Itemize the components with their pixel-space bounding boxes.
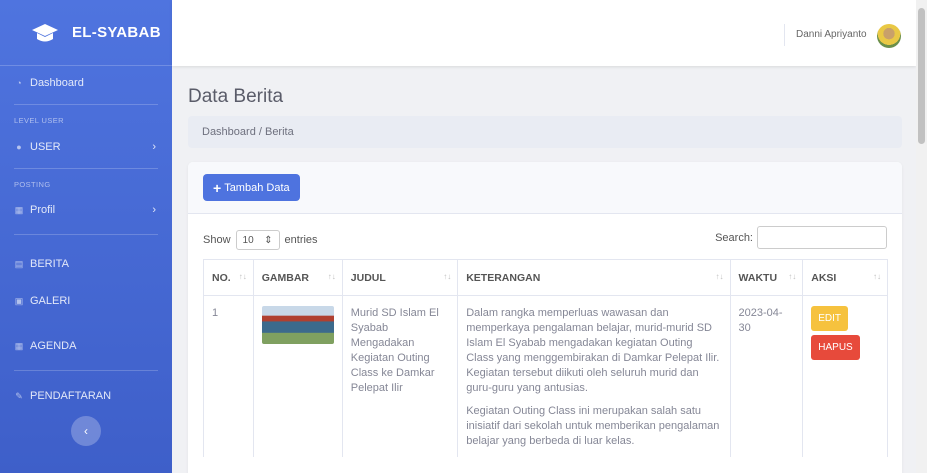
column-header-no[interactable]: NO. ↑↓	[203, 259, 254, 296]
sidebar-divider	[14, 234, 158, 235]
sidebar-item-pendaftaran[interactable]: ✎ PENDAFTARAN	[0, 385, 172, 407]
entries-select[interactable]: 10 ⇕	[235, 230, 280, 250]
page-title: Data Berita	[188, 86, 284, 107]
topbar-divider	[784, 24, 785, 46]
column-header-judul[interactable]: JUDUL ↑↓	[341, 259, 459, 296]
column-header-waktu[interactable]: WAKTU ↑↓	[729, 259, 804, 296]
user-icon: ●	[16, 142, 22, 152]
sidebar: EL-SYABAB ◔ Dashboard LEVEL USER ● USER …	[0, 0, 172, 473]
sort-icon: ↑↓	[443, 272, 452, 281]
column-header-gambar[interactable]: GAMBAR ↑↓	[252, 259, 343, 296]
entries-control: Show 10 ⇕ entries	[203, 230, 318, 250]
sort-icon: ↑↓	[873, 272, 881, 281]
delete-button[interactable]: HAPUS	[811, 335, 860, 360]
dashboard-icon: ◔	[16, 78, 22, 88]
sort-icon: ↑↓	[238, 272, 247, 281]
sidebar-divider	[14, 168, 158, 169]
search-control: Search:	[715, 226, 887, 249]
sort-icon: ↑↓	[788, 272, 797, 281]
sidebar-divider	[14, 104, 158, 105]
description-paragraph: Dalam rangka memperluas wawasan dan memp…	[466, 307, 720, 394]
graduation-cap-icon	[32, 23, 58, 41]
sort-icon: ↑↓	[327, 272, 336, 281]
images-icon: ▣	[14, 295, 24, 306]
entries-value: 10	[242, 234, 254, 246]
sidebar-item-user[interactable]: ● USER ›	[0, 136, 172, 158]
sidebar-item-profil[interactable]: ▦ Profil ›	[0, 199, 172, 221]
cell-judul: Murid SD Islam El Syabab Mengadakan Kegi…	[341, 295, 459, 457]
cell-gambar	[252, 295, 343, 457]
sidebar-item-label: BERITA	[30, 258, 69, 270]
sidebar-item-galeri[interactable]: ▣ GALERI	[0, 290, 172, 312]
sidebar-toggle-button[interactable]: ‹	[71, 416, 101, 446]
sort-arrows-icon: ⇕	[264, 234, 273, 246]
sidebar-item-label: PENDAFTARAN	[30, 390, 112, 402]
search-label: Search:	[715, 231, 753, 244]
add-data-label: Tambah Data	[224, 181, 290, 194]
sort-icon: ↑↓	[715, 272, 724, 281]
sidebar-item-agenda[interactable]: ▦ AGENDA	[0, 335, 172, 357]
sidebar-divider	[14, 370, 158, 371]
table-header-row: NO. ↑↓ GAMBAR ↑↓ JUDUL ↑↓ KETERANGAN ↑↓ WAKT…	[203, 259, 888, 296]
plus-icon: +	[213, 179, 222, 196]
breadcrumb: Dashboard / Berita	[188, 116, 902, 148]
sidebar-item-label: AGENDA	[30, 340, 77, 352]
sidebar-heading-level-user: LEVEL USER	[14, 116, 64, 125]
brand[interactable]: EL-SYABAB	[0, 0, 172, 66]
cell-keterangan: Dalam rangka memperluas wawasan dan memp…	[457, 295, 731, 457]
sidebar-item-dashboard[interactable]: ◔ Dashboard	[0, 72, 172, 94]
breadcrumb-text[interactable]: Dashboard / Berita	[202, 126, 294, 138]
description-paragraph: Kegiatan Outing Class ini merupakan sala…	[466, 405, 720, 447]
entries-label: entries	[284, 234, 318, 246]
show-label: Show	[203, 234, 231, 246]
sidebar-item-label: USER	[30, 141, 61, 153]
page-scrollbar[interactable]	[916, 0, 927, 473]
chevron-right-icon: ›	[152, 141, 156, 153]
chevron-right-icon: ›	[152, 204, 156, 216]
topbar: Danni Apriyanto	[172, 0, 916, 66]
news-table: NO. ↑↓ GAMBAR ↑↓ JUDUL ↑↓ KETERANGAN ↑↓ WAKT…	[203, 259, 888, 457]
search-input[interactable]	[757, 226, 887, 249]
add-data-button[interactable]: + Tambah Data	[203, 174, 300, 201]
avatar[interactable]	[877, 24, 901, 48]
data-card: + Tambah Data Show 10 ⇕ entries Search: …	[188, 162, 902, 473]
user-name[interactable]: Danni Apriyanto	[796, 29, 867, 40]
cell-aksi: EDIT HAPUS	[802, 295, 888, 457]
sidebar-item-label: Dashboard	[30, 77, 84, 89]
sidebar-heading-posting: POSTING	[14, 180, 51, 189]
brand-name: EL-SYABAB	[72, 24, 161, 41]
table-icon: ▦	[14, 204, 24, 215]
scrollbar-thumb[interactable]	[918, 8, 925, 144]
calendar-icon: ▦	[14, 340, 24, 351]
sidebar-item-label: GALERI	[30, 295, 71, 307]
newspaper-icon: ▤	[14, 258, 24, 269]
news-thumbnail[interactable]	[261, 306, 334, 344]
table-row: 1 Murid SD Islam El Syabab Mengadakan Ke…	[203, 295, 888, 457]
sidebar-item-label: Profil	[30, 204, 56, 216]
column-header-aksi[interactable]: AKSI ↑↓	[802, 259, 888, 296]
cell-waktu: 2023-04-30	[729, 295, 804, 457]
chevron-left-icon: ‹	[84, 424, 88, 438]
column-header-keterangan[interactable]: KETERANGAN ↑↓	[457, 259, 731, 296]
edit-button[interactable]: EDIT	[811, 306, 849, 331]
cell-no: 1	[203, 295, 254, 457]
pencil-icon: ✎	[15, 390, 23, 401]
card-header: + Tambah Data	[188, 162, 902, 214]
sidebar-item-berita[interactable]: ▤ BERITA	[0, 253, 172, 275]
